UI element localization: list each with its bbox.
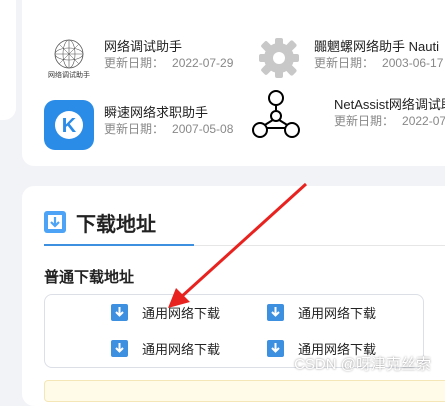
annotation-arrow-icon: [168, 182, 308, 308]
watermark: CSDN @呀津克丝索: [294, 356, 431, 373]
